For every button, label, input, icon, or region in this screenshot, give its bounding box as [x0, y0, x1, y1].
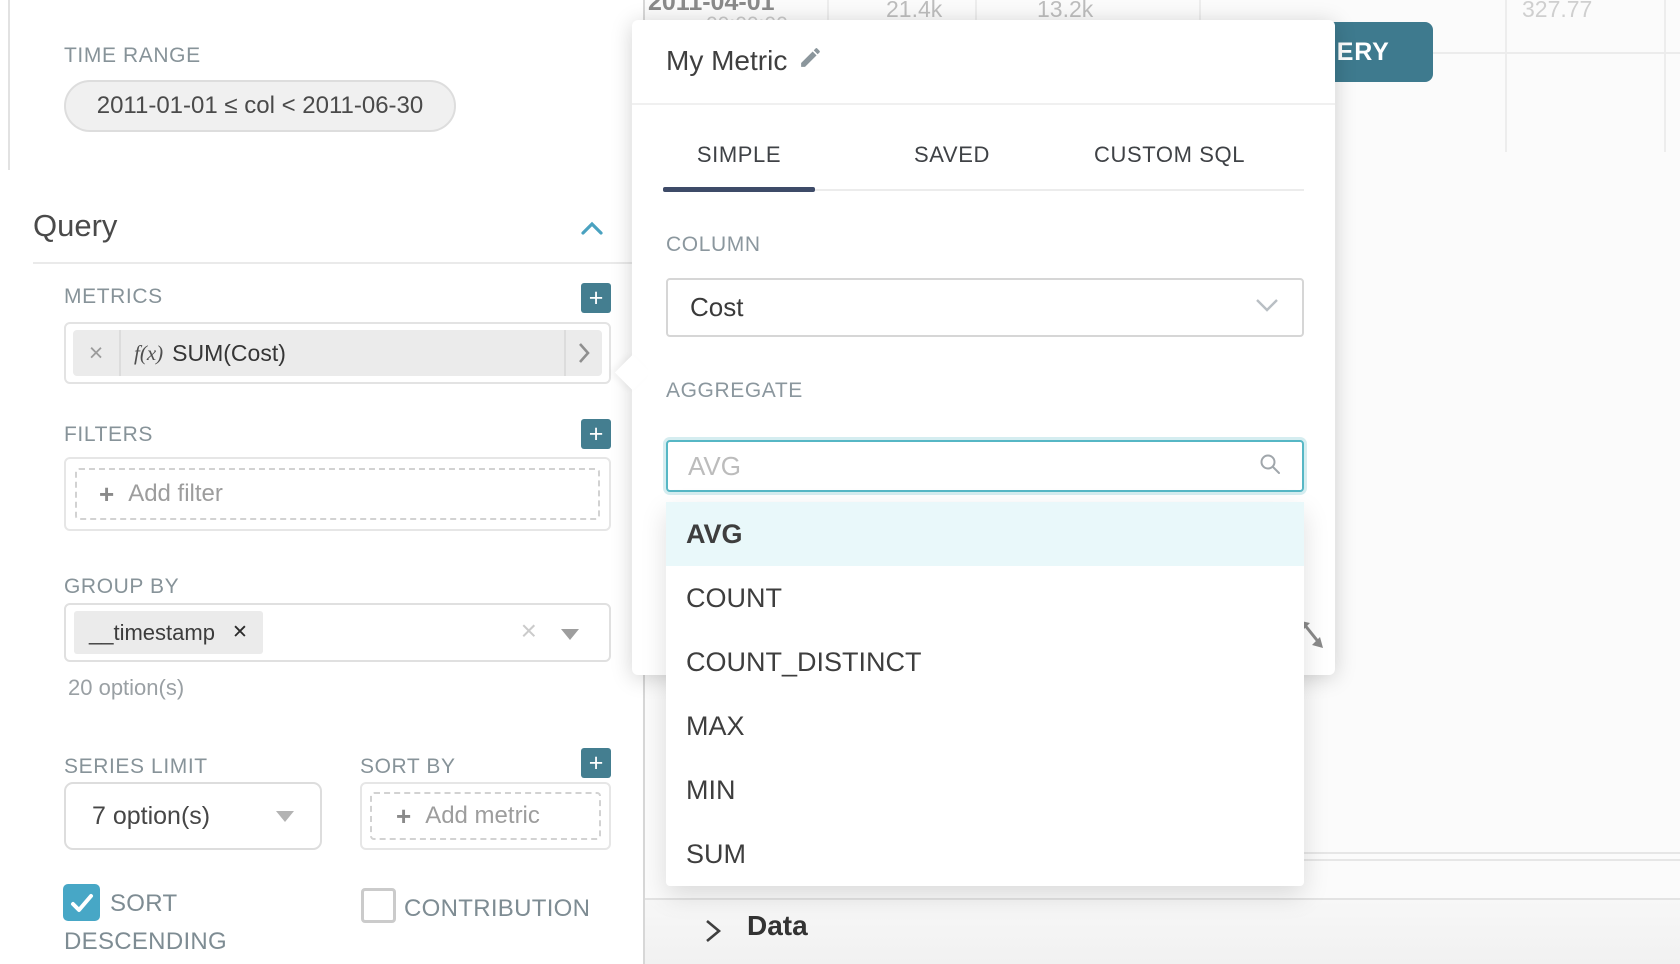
add-metric-label: Add metric	[425, 802, 540, 830]
group-by-tag: __timestamp ✕	[74, 611, 263, 654]
sort-by-control: + Add metric	[360, 782, 611, 850]
series-limit-value: 7 option(s)	[92, 802, 210, 831]
column-label: COLUMN	[666, 233, 761, 257]
filters-label: FILTERS	[64, 423, 153, 447]
metric-control: × f(x) SUM(Cost)	[64, 322, 611, 384]
sort-descending-label-line1: SORT	[110, 890, 177, 918]
check-icon	[69, 890, 95, 916]
add-sort-metric-button[interactable]: + Add metric	[370, 792, 601, 840]
aggregate-option-max[interactable]: MAX	[666, 694, 1304, 758]
tag-label: __timestamp	[89, 620, 215, 646]
tab-simple[interactable]: SIMPLE	[663, 142, 815, 168]
scrollbar[interactable]	[8, 0, 10, 170]
remove-metric-icon[interactable]: ×	[73, 339, 119, 368]
column-value: Cost	[690, 292, 743, 323]
metric-title: My Metric	[666, 45, 787, 77]
expand-metric-icon[interactable]	[566, 341, 602, 365]
group-by-label: GROUP BY	[64, 575, 179, 599]
collapse-section-icon[interactable]	[580, 220, 604, 242]
chevron-down-icon	[561, 629, 579, 640]
aggregate-options-dropdown: AVG COUNT COUNT_DISTINCT MAX MIN SUM	[666, 502, 1304, 886]
sort-descending-checkbox[interactable]	[63, 884, 100, 921]
metric-name: SUM(Cost)	[172, 340, 286, 367]
add-metric-plus-button[interactable]: +	[581, 283, 611, 313]
chevron-right-icon	[702, 917, 724, 950]
aggregate-option-avg[interactable]: AVG	[666, 502, 1304, 566]
metrics-label: METRICS	[64, 285, 163, 309]
plus-icon: +	[99, 479, 114, 510]
grid-line	[1664, 0, 1666, 152]
tab-custom-sql[interactable]: CUSTOM SQL	[1072, 142, 1267, 168]
add-filter-button[interactable]: + Add filter	[75, 468, 600, 520]
grid-line	[1304, 852, 1680, 854]
add-filter-plus-button[interactable]: +	[581, 419, 611, 449]
add-sort-plus-button[interactable]: +	[581, 748, 611, 778]
aggregate-option-sum[interactable]: SUM	[666, 822, 1304, 886]
add-filter-label: Add filter	[128, 480, 223, 508]
sort-descending-label-line2: DESCENDING	[64, 928, 227, 956]
contribution-label: CONTRIBUTION	[404, 895, 590, 923]
data-collapse-panel[interactable]: Data	[645, 898, 1680, 964]
aggregate-option-count[interactable]: COUNT	[666, 566, 1304, 630]
query-section-title: Query	[33, 208, 117, 244]
time-range-filter-pill[interactable]: 2011-01-01 ≤ col < 2011-06-30	[64, 80, 456, 132]
aggregate-option-count-distinct[interactable]: COUNT_DISTINCT	[666, 630, 1304, 694]
plus-icon: +	[396, 801, 411, 832]
divider	[119, 330, 121, 376]
remove-tag-icon[interactable]: ✕	[232, 621, 248, 644]
grid-line	[1505, 0, 1507, 152]
grid-line	[1304, 859, 1680, 861]
metric-pill[interactable]: × f(x) SUM(Cost)	[73, 330, 602, 376]
group-by-select[interactable]: __timestamp ✕ ×	[64, 603, 611, 662]
contribution-checkbox[interactable]	[361, 888, 396, 923]
aggregate-placeholder: AVG	[688, 451, 741, 482]
column-select[interactable]: Cost	[666, 278, 1304, 337]
aggregate-label: AGGREGATE	[666, 379, 803, 403]
group-by-options-hint: 20 option(s)	[68, 675, 184, 701]
popover-title-row: My Metric	[666, 45, 823, 77]
series-limit-select[interactable]: 7 option(s)	[64, 782, 322, 850]
divider	[632, 103, 1335, 105]
filters-control: + Add filter	[64, 457, 611, 531]
control-panel: TIME RANGE 2011-01-01 ≤ col < 2011-06-30…	[0, 0, 645, 964]
tab-saved[interactable]: SAVED	[877, 142, 1027, 168]
table-cell-value: 327.77	[1522, 0, 1592, 23]
aggregate-option-min[interactable]: MIN	[666, 758, 1304, 822]
chevron-down-icon	[276, 811, 294, 822]
data-panel-title: Data	[747, 910, 808, 942]
clear-select-icon[interactable]: ×	[521, 615, 537, 647]
divider	[33, 262, 644, 264]
chart-builder-screen: 2011-04-01 00:00:00 21.4k 13.2k 327.77 R…	[0, 0, 1680, 964]
time-range-label: TIME RANGE	[64, 44, 201, 68]
active-tab-underline	[663, 187, 815, 192]
series-limit-label: SERIES LIMIT	[64, 755, 208, 779]
search-icon	[1258, 452, 1282, 481]
sort-by-label: SORT BY	[360, 755, 456, 779]
aggregate-search-input[interactable]: AVG	[666, 440, 1304, 492]
function-icon: f(x)	[134, 341, 163, 366]
chevron-down-icon	[1254, 297, 1280, 318]
edit-pencil-icon[interactable]	[798, 45, 823, 77]
